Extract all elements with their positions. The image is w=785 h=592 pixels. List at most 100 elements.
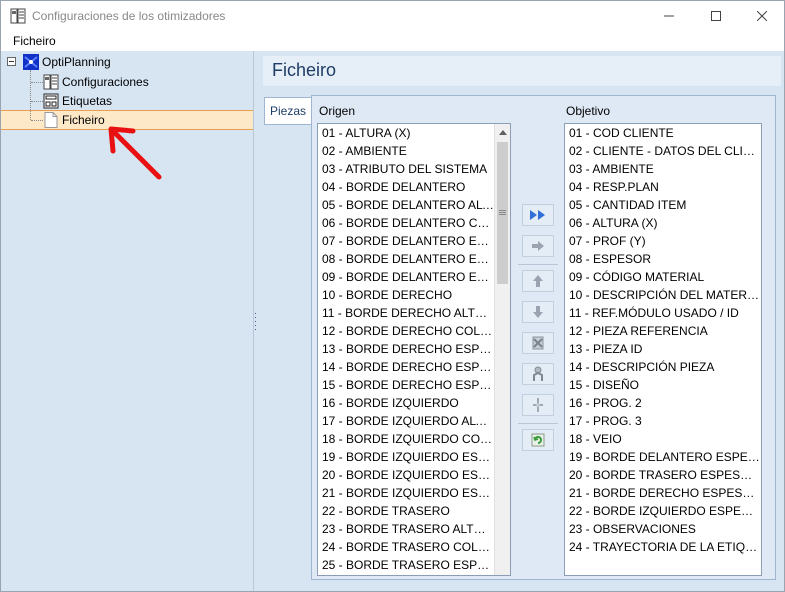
target-list-item[interactable]: 05 - CANTIDAD ITEM: [565, 196, 761, 214]
join-button[interactable]: [522, 394, 554, 416]
tree-item-label: Etiquetas: [62, 94, 113, 108]
move-right-button[interactable]: [522, 235, 554, 257]
target-list-item[interactable]: 04 - RESP.PLAN: [565, 178, 761, 196]
target-list-item[interactable]: 08 - ESPESOR: [565, 250, 761, 268]
target-items: 01 - COD CLIENTE 02 - CLIENTE - DATOS DEL…: [565, 124, 761, 556]
target-list-item[interactable]: 17 - PROG. 3: [565, 412, 761, 430]
target-list-item[interactable]: 10 - DESCRIPCIÓN DEL MATERIAL: [565, 286, 761, 304]
target-list[interactable]: 01 - COD CLIENTE 02 - CLIENTE - DATOS DEL…: [564, 123, 762, 576]
origin-list-item[interactable]: 01 - ALTURA (X): [318, 124, 494, 142]
target-list-item[interactable]: 14 - DESCRIPCIÓN PIEZA: [565, 358, 761, 376]
target-list-item[interactable]: 21 - BORDE DERECHO ESPESOR Y COLOR: [565, 484, 761, 502]
minimize-button[interactable]: [646, 1, 692, 31]
origin-list-item[interactable]: 19 - BORDE IZQUIERDO ESPESOR: [318, 448, 494, 466]
thumb-grip: [499, 212, 506, 213]
origin-list-item[interactable]: 25 - BORDE TRASERO ESPESOR: [318, 556, 494, 574]
origin-list-item[interactable]: 14 - BORDE DERECHO ESPESOR Y: [318, 358, 494, 376]
target-list-item[interactable]: 20 - BORDE TRASERO ESPESOR Y COLOR: [565, 466, 761, 484]
split-button[interactable]: [522, 363, 554, 385]
target-list-item[interactable]: 07 - PROF (Y): [565, 232, 761, 250]
maximize-button[interactable]: [693, 1, 739, 31]
origin-scrollbar[interactable]: [494, 124, 510, 575]
target-list-item[interactable]: 13 - PIEZA ID: [565, 340, 761, 358]
join-icon: [533, 398, 543, 412]
target-list-item[interactable]: 12 - PIEZA REFERENCIA: [565, 322, 761, 340]
target-list-item[interactable]: 22 - BORDE IZQUIERDO ESPESOR Y COLOR: [565, 502, 761, 520]
target-list-item[interactable]: 15 - DISEÑO: [565, 376, 761, 394]
target-list-item[interactable]: 02 - CLIENTE - DATOS DEL CLIENTE: [565, 142, 761, 160]
target-list-item[interactable]: 24 - TRAYECTORIA DE LA ETIQUETA: [565, 538, 761, 556]
target-list-item[interactable]: 09 - CÓDIGO MATERIAL: [565, 268, 761, 286]
origin-list-item[interactable]: 07 - BORDE DELANTERO ESPESOR: [318, 232, 494, 250]
thumb-grip: [499, 210, 506, 211]
origin-list-item[interactable]: 06 - BORDE DELANTERO COLOR: [318, 214, 494, 232]
arrow-right-icon: [532, 241, 544, 251]
origin-list-item[interactable]: 22 - BORDE TRASERO: [318, 502, 494, 520]
target-list-item[interactable]: 06 - ALTURA (X): [565, 214, 761, 232]
labels-icon: [43, 93, 59, 109]
title-bar: Configuraciones de los otimizadores: [1, 1, 784, 31]
origin-list-item[interactable]: 16 - BORDE IZQUIERDO: [318, 394, 494, 412]
main-header: [263, 56, 781, 86]
move-up-button[interactable]: [522, 270, 554, 292]
origin-list-item[interactable]: 10 - BORDE DERECHO: [318, 286, 494, 304]
arrow-down-icon: [533, 306, 543, 318]
origin-list-item[interactable]: 18 - BORDE IZQUIERDO COLOR: [318, 430, 494, 448]
origin-label: Origen: [319, 104, 356, 118]
refresh-icon: [531, 433, 545, 447]
origin-items: 01 - ALTURA (X) 02 - AMBIENTE 03 - ATRIBUT…: [318, 124, 494, 574]
origin-list-item[interactable]: 12 - BORDE DERECHO COLOR: [318, 322, 494, 340]
tree-item-configuraciones[interactable]: Configuraciones: [43, 73, 149, 91]
origin-list-item[interactable]: 04 - BORDE DELANTERO: [318, 178, 494, 196]
tree-line: [31, 120, 43, 121]
origin-list-item[interactable]: 11 - BORDE DERECHO ALTURA: [318, 304, 494, 322]
target-list-item[interactable]: 11 - REF.MÓDULO USADO / ID: [565, 304, 761, 322]
target-list-item[interactable]: 16 - PROG. 2: [565, 394, 761, 412]
tree-line: [30, 70, 31, 120]
origin-list-item[interactable]: 15 - BORDE DERECHO ESPESOR Y: [318, 376, 494, 394]
origin-list-item[interactable]: 17 - BORDE IZQUIERDO ALTURA: [318, 412, 494, 430]
target-label: Objetivo: [566, 104, 611, 118]
close-icon: [757, 11, 767, 21]
origin-list-item[interactable]: 20 - BORDE IZQUIERDO ESPESOR Y: [318, 466, 494, 484]
target-list-item[interactable]: 01 - COD CLIENTE: [565, 124, 761, 142]
origin-list-item[interactable]: 09 - BORDE DELANTERO ESPESOR: [318, 268, 494, 286]
origin-list-item[interactable]: 05 - BORDE DELANTERO ALTURA: [318, 196, 494, 214]
origin-list-item[interactable]: 02 - AMBIENTE: [318, 142, 494, 160]
target-list-item[interactable]: 03 - AMBIENTE: [565, 160, 761, 178]
button-separator: [518, 423, 558, 424]
menu-bar: Ficheiro: [1, 31, 784, 51]
refresh-button[interactable]: [522, 429, 554, 451]
target-list-item[interactable]: 18 - VEIO: [565, 430, 761, 448]
tree-item-etiquetas[interactable]: Etiquetas: [43, 92, 112, 110]
scroll-up-button[interactable]: [495, 124, 510, 140]
scroll-thumb[interactable]: [497, 142, 508, 284]
origin-list-item[interactable]: 08 - BORDE DELANTERO ESPESOR: [318, 250, 494, 268]
app-window: Configuraciones de los otimizadores Fich…: [0, 0, 785, 592]
move-down-button[interactable]: [522, 301, 554, 323]
close-button[interactable]: [739, 1, 785, 31]
tree-item-label: Ficheiro: [62, 113, 105, 127]
maximize-icon: [711, 11, 721, 21]
tab-piezas[interactable]: Piezas: [264, 97, 311, 125]
tree-item-label: Configuraciones: [62, 75, 149, 89]
tab-label: Piezas: [269, 104, 307, 118]
annotation-arrow-icon: [108, 126, 162, 180]
origin-list[interactable]: 01 - ALTURA (X) 02 - AMBIENTE 03 - ATRIBUT…: [317, 123, 511, 576]
menu-ficheiro[interactable]: Ficheiro: [13, 34, 56, 48]
delete-button[interactable]: [522, 332, 554, 354]
origin-list-item[interactable]: 24 - BORDE TRASERO COLOR: [318, 538, 494, 556]
origin-list-item[interactable]: 23 - BORDE TRASERO ALTURA: [318, 520, 494, 538]
collapse-icon[interactable]: [7, 57, 16, 66]
target-list-item[interactable]: 23 - OBSERVACIONES: [565, 520, 761, 538]
origin-list-item[interactable]: 13 - BORDE DERECHO ESPESOR: [318, 340, 494, 358]
config-icon: [43, 74, 59, 90]
scroll-up-icon: [499, 129, 507, 135]
origin-list-item[interactable]: 03 - ATRIBUTO DEL SISTEMA: [318, 160, 494, 178]
tree-item-optiplanning[interactable]: OptiPlanning: [23, 53, 111, 71]
tree-line: [31, 101, 43, 102]
tree-item-ficheiro[interactable]: Ficheiro: [43, 111, 105, 129]
target-list-item[interactable]: 19 - BORDE DELANTERO ESPESOR Y COLOR: [565, 448, 761, 466]
move-all-right-button[interactable]: [522, 204, 554, 226]
origin-list-item[interactable]: 21 - BORDE IZQUIERDO ESPESOR Y: [318, 484, 494, 502]
